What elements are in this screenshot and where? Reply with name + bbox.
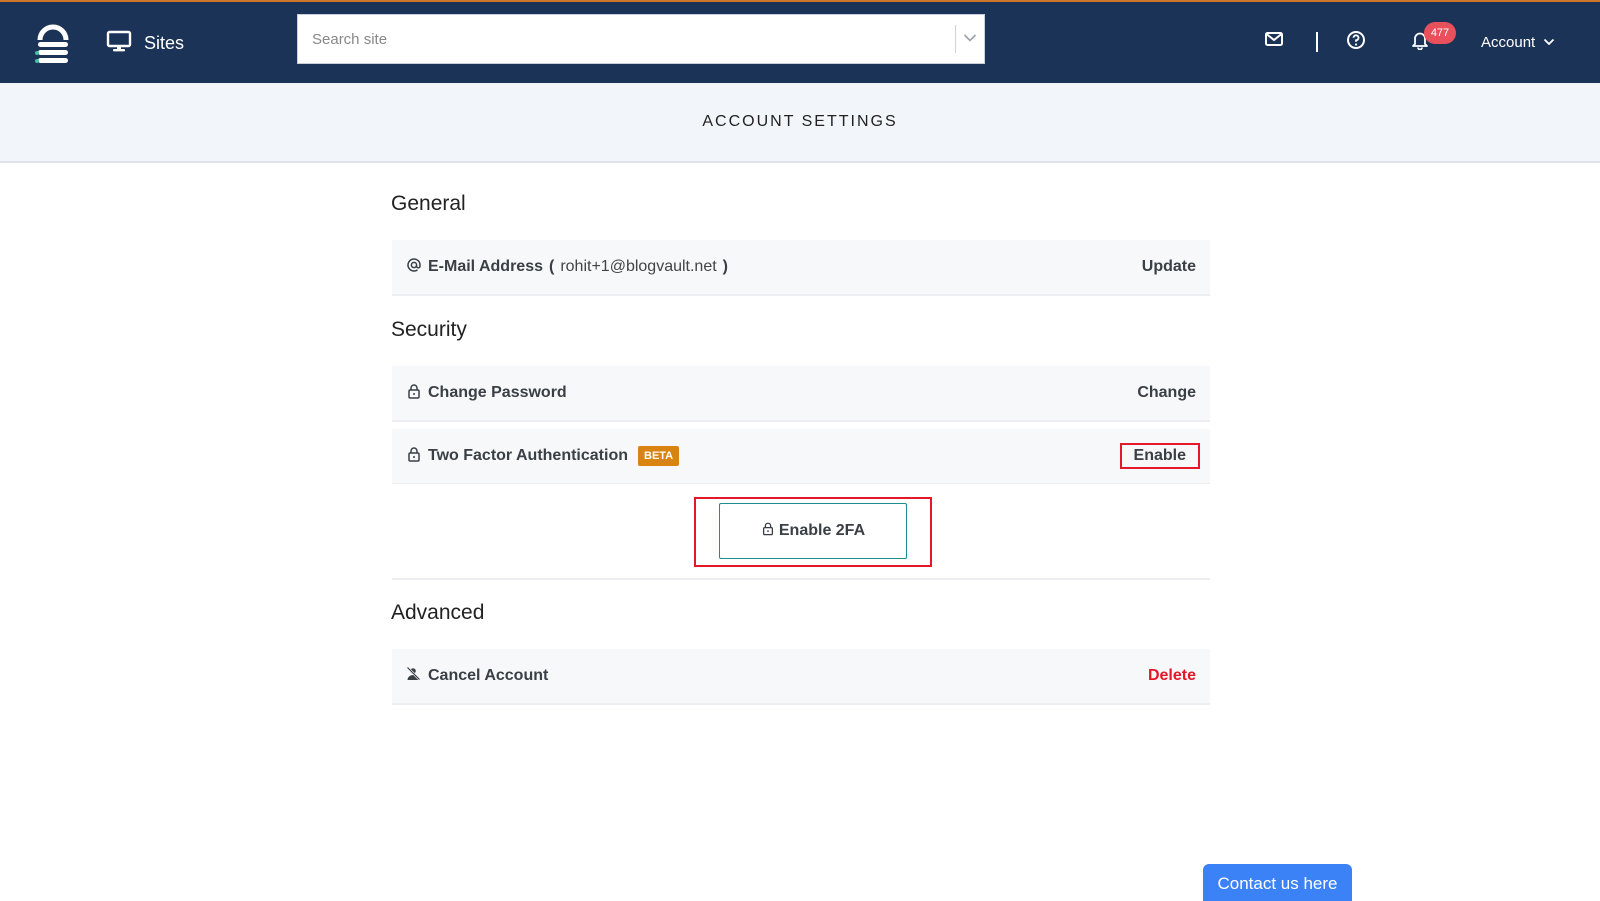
lock-icon bbox=[406, 446, 422, 467]
top-navbar: Sites 477 Account bbox=[0, 0, 1600, 83]
beta-badge: BETA bbox=[638, 446, 680, 466]
email-label: E-Mail Address bbox=[428, 258, 543, 275]
section-heading-advanced: Advanced bbox=[391, 601, 485, 624]
user-remove-icon bbox=[406, 665, 422, 687]
lock-icon bbox=[406, 383, 422, 404]
account-menu[interactable]: Account bbox=[1481, 33, 1555, 51]
page-title: ACCOUNT SETTINGS bbox=[702, 113, 898, 130]
enable-2fa-button[interactable]: Enable 2FA bbox=[719, 503, 907, 559]
notification-count-badge[interactable]: 477 bbox=[1424, 22, 1456, 44]
page-header: ACCOUNT SETTINGS bbox=[0, 83, 1600, 163]
two-factor-label: Two Factor Authentication bbox=[428, 447, 628, 464]
two-factor-row: Two Factor Authentication BETA Enable bbox=[392, 429, 1210, 485]
sites-nav-link[interactable]: Sites bbox=[106, 30, 184, 57]
delete-account-link[interactable]: Delete bbox=[1148, 667, 1196, 685]
monitor-icon bbox=[106, 30, 132, 57]
search-dropdown-toggle[interactable] bbox=[956, 15, 984, 63]
cancel-account-label: Cancel Account bbox=[428, 667, 549, 684]
email-value: rohit+1@blogvault.net bbox=[560, 258, 717, 275]
help-icon[interactable] bbox=[1346, 30, 1366, 55]
nav-divider bbox=[1316, 32, 1318, 52]
change-password-row: Change Password Change bbox=[392, 366, 1210, 422]
lock-icon bbox=[761, 521, 775, 541]
contact-us-button[interactable]: Contact us here bbox=[1203, 864, 1352, 901]
mail-icon[interactable] bbox=[1264, 30, 1284, 53]
sites-label: Sites bbox=[144, 33, 185, 53]
section-heading-security: Security bbox=[391, 318, 467, 341]
enable-2fa-link[interactable]: Enable bbox=[1119, 443, 1201, 469]
cancel-account-row: Cancel Account Delete bbox=[392, 649, 1210, 705]
enable-2fa-button-label: Enable 2FA bbox=[778, 522, 866, 539]
change-password-label: Change Password bbox=[428, 384, 567, 401]
change-password-link[interactable]: Change bbox=[1137, 384, 1196, 402]
at-icon bbox=[406, 257, 422, 278]
search-input[interactable] bbox=[298, 15, 955, 63]
section-heading-general: General bbox=[391, 192, 466, 215]
site-search bbox=[297, 14, 985, 64]
email-open-paren: ( bbox=[549, 258, 555, 275]
email-row: E-Mail Address ( rohit+1@blogvault.net )… bbox=[392, 240, 1210, 296]
chevron-down-icon bbox=[1543, 33, 1555, 51]
email-close-paren: ) bbox=[722, 258, 728, 275]
update-email-link[interactable]: Update bbox=[1142, 258, 1196, 276]
account-label: Account bbox=[1481, 33, 1536, 51]
chevron-down-icon bbox=[963, 30, 977, 48]
logo-icon[interactable] bbox=[34, 20, 72, 64]
